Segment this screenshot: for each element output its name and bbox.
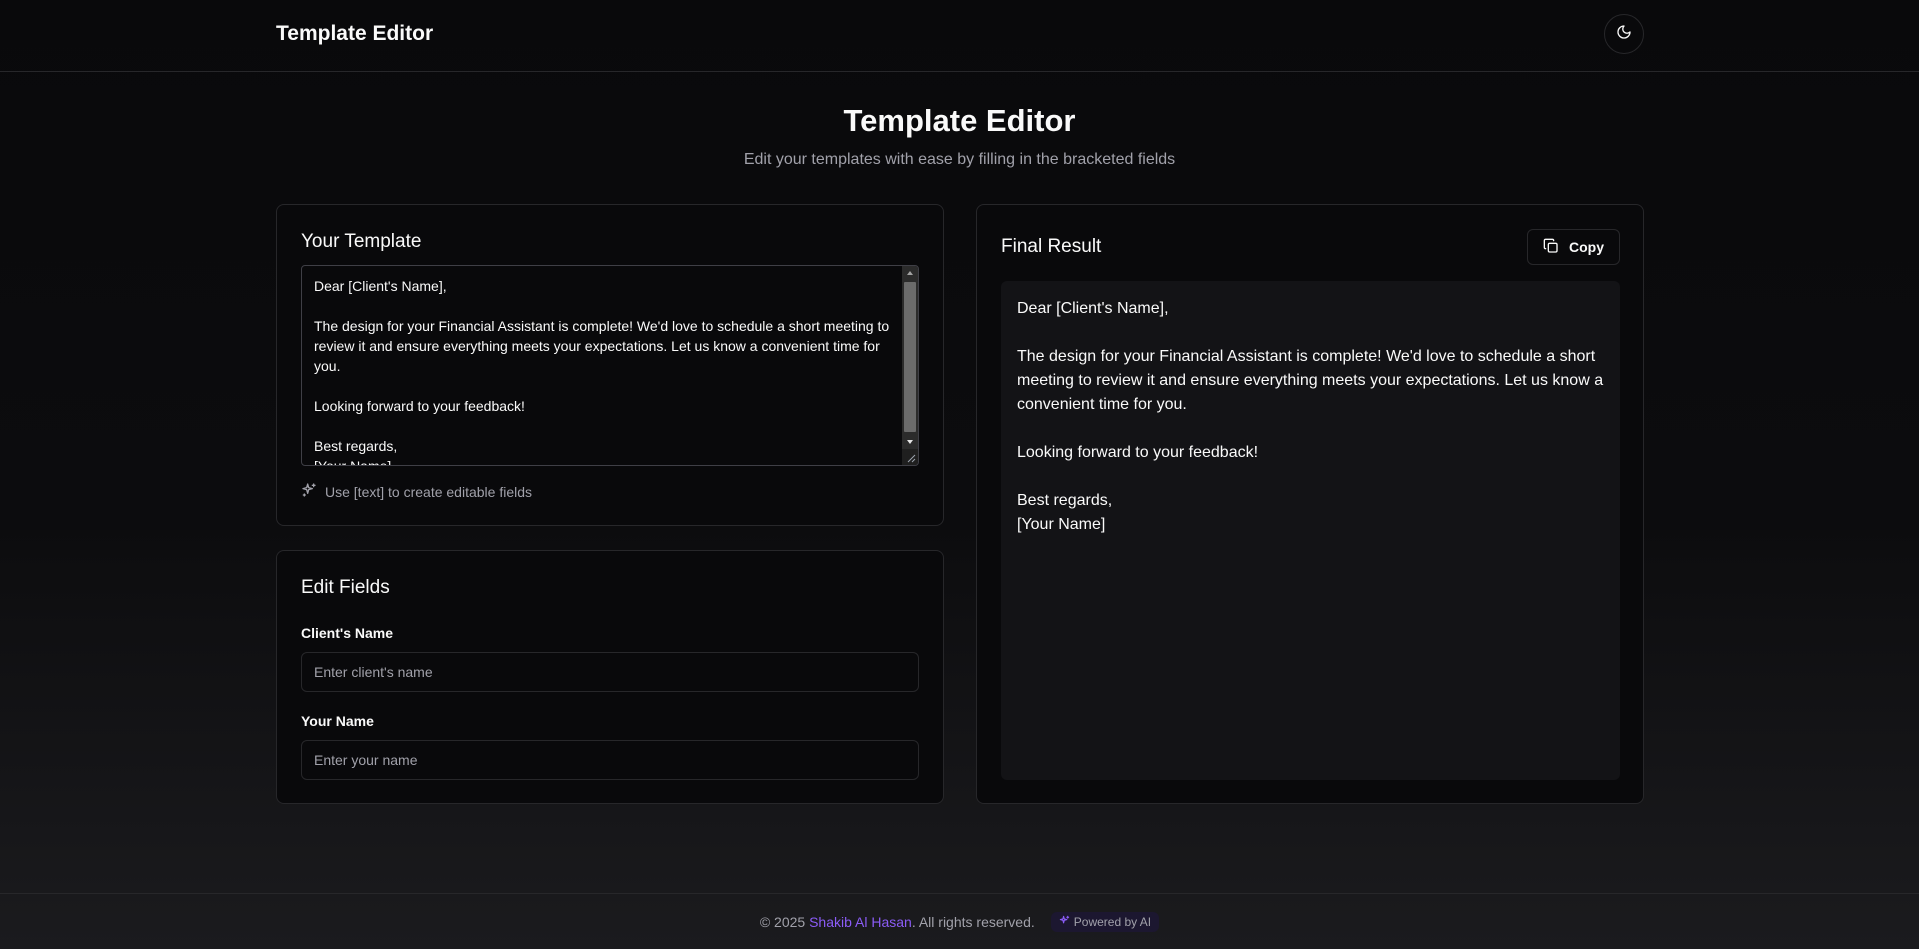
copy-button-label: Copy: [1569, 239, 1604, 255]
your-name-input[interactable]: [301, 740, 919, 780]
textarea-scrollbar[interactable]: [902, 266, 918, 449]
footer-year: © 2025: [759, 913, 806, 930]
copy-button[interactable]: Copy: [1527, 229, 1620, 265]
template-textarea-content[interactable]: Dear [Client's Name], The design for you…: [314, 276, 894, 465]
template-card-title: Your Template: [301, 231, 422, 252]
theme-toggle-button[interactable]: [1604, 14, 1644, 54]
hint-text: Use [text] to create editable fields: [325, 483, 532, 500]
final-result-title: Final Result: [1001, 236, 1102, 257]
author-link[interactable]: Shakib Al Hasan: [809, 914, 912, 930]
edit-fields-title: Edit Fields: [301, 577, 390, 598]
scrollbar-thumb[interactable]: [904, 282, 916, 432]
edit-fields-card: Edit Fields Client's Name Your Name: [276, 550, 944, 804]
clients-name-label: Client's Name: [301, 625, 394, 641]
moon-icon: [1616, 24, 1632, 45]
result-output-box: Dear [Client's Name], The design for you…: [1001, 281, 1620, 780]
your-name-label: Your Name: [301, 713, 374, 729]
scroll-down-arrow-icon[interactable]: [902, 435, 918, 449]
footer-rights: . All rights reserved.: [911, 913, 1035, 930]
powered-by-ai-label: Powered by AI: [1073, 914, 1152, 929]
app-title: Template Editor: [276, 22, 434, 45]
sparkles-icon: [301, 482, 317, 501]
footer: © 2025 Shakib Al Hasan. All rights reser…: [0, 893, 1919, 949]
page-subtitle: Edit your templates with ease by filling…: [743, 151, 1176, 168]
resize-handle-icon[interactable]: [902, 449, 918, 465]
template-card: Your Template Dear [Client's Name], The …: [276, 204, 944, 526]
result-output-text: Dear [Client's Name], The design for you…: [1017, 300, 1604, 533]
template-textarea[interactable]: Dear [Client's Name], The design for you…: [301, 265, 919, 466]
sparkles-icon: [1059, 915, 1070, 929]
copy-icon: [1543, 238, 1559, 257]
powered-by-ai-badge: Powered by AI: [1050, 911, 1160, 932]
scroll-up-arrow-icon[interactable]: [902, 266, 918, 280]
footer-copyright: © 2025 Shakib Al Hasan. All rights reser…: [760, 914, 1035, 930]
clients-name-input[interactable]: [301, 652, 919, 692]
top-navbar: Template Editor: [0, 0, 1919, 72]
template-hint: Use [text] to create editable fields: [301, 482, 532, 501]
page-title: Template Editor: [843, 103, 1076, 138]
final-result-card: Final Result Copy Dear [Client's Name], …: [976, 204, 1644, 804]
